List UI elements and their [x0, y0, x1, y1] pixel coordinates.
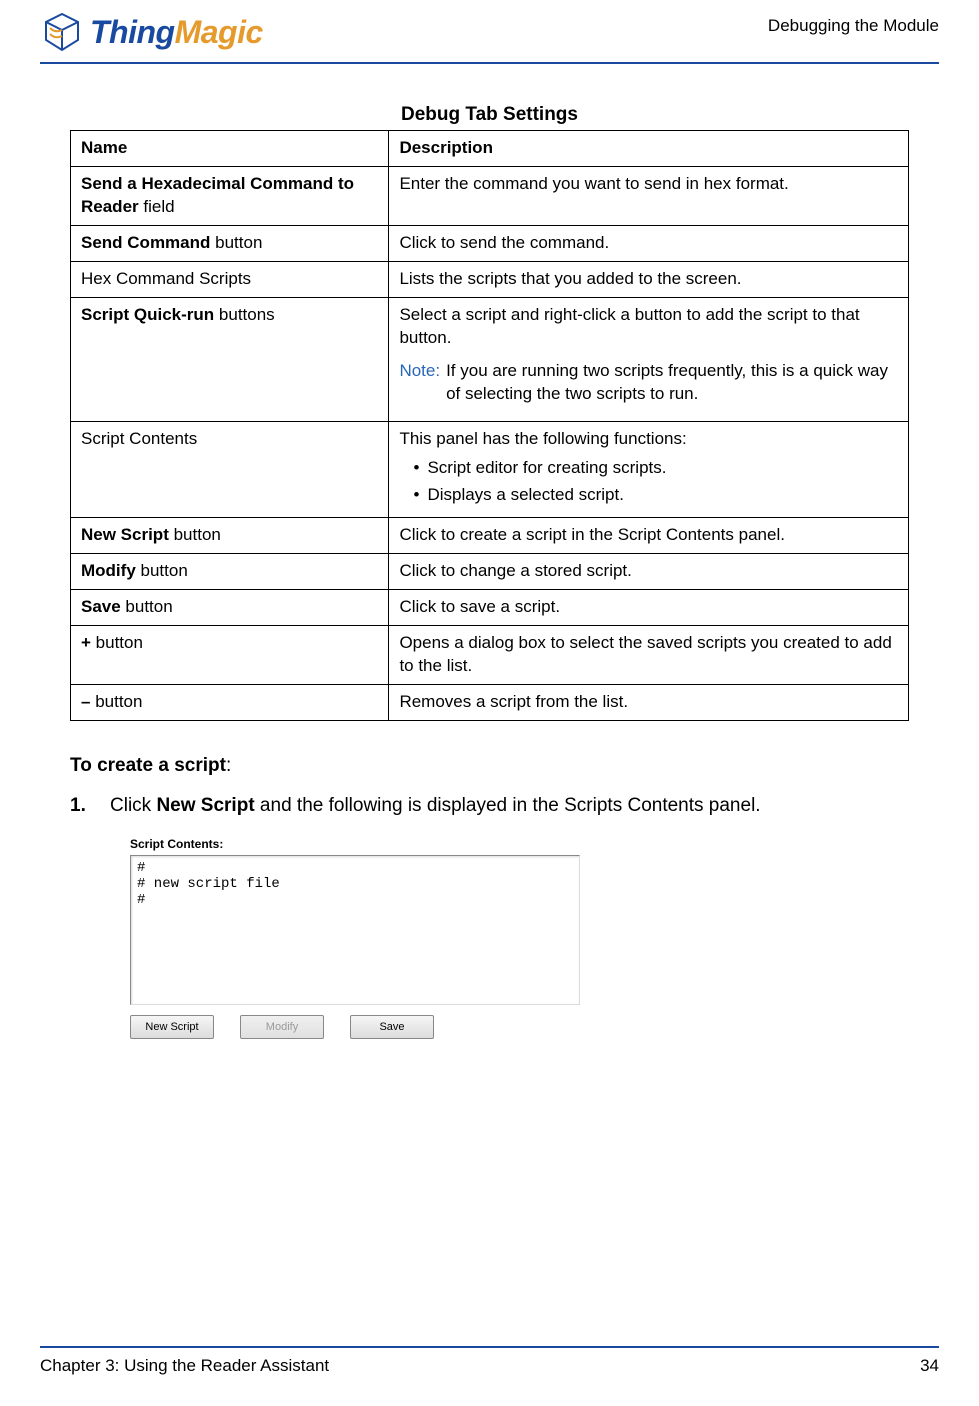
logo-accent-text: Magic [175, 14, 263, 50]
screenshot-label: Script Contents: [130, 837, 909, 851]
row-name-plain: field [139, 197, 175, 216]
note-body: If you are running two scripts frequentl… [446, 360, 898, 406]
footer-page-number: 34 [920, 1356, 939, 1376]
screenshot-panel: Script Contents: # # new script file # N… [130, 837, 909, 1039]
row-name-plain: Script Contents [81, 429, 197, 448]
step-number: 1. [70, 795, 96, 817]
table-row: Script Quick-run buttons Select a script… [71, 297, 909, 422]
step-text-post: and the following is displayed in the Sc… [255, 795, 761, 816]
step-text-pre: Click [110, 795, 156, 816]
list-item: Displays a selected script. [413, 484, 898, 507]
row-desc: Lists the scripts that you added to the … [389, 261, 909, 297]
note-label: Note: [399, 360, 440, 383]
row-desc: Click to send the command. [389, 225, 909, 261]
row-name-plain: button [121, 597, 173, 616]
cube-icon [40, 10, 84, 54]
row-desc: Click to create a script in the Script C… [389, 518, 909, 554]
script-contents-textarea[interactable]: # # new script file # [130, 855, 580, 1005]
row-desc: Opens a dialog box to select the saved s… [389, 626, 909, 685]
row-name-bold: Script Quick-run [81, 305, 214, 324]
row-desc: Enter the command you want to send in he… [389, 166, 909, 225]
row-name-bold: + [81, 633, 91, 652]
step-text-bold: New Script [156, 795, 254, 816]
table-row: Send Command button Click to send the co… [71, 225, 909, 261]
row-desc: Removes a script from the list. [389, 684, 909, 720]
logo-brand-text: Thing [90, 14, 175, 50]
section-heading-trail: : [226, 755, 231, 776]
row-name-bold: Send a Hexadecimal Command to Reader [81, 174, 354, 216]
row-name-plain: button [136, 561, 188, 580]
table-row: New Script button Click to create a scri… [71, 518, 909, 554]
modify-button[interactable]: Modify [240, 1015, 324, 1039]
row-name-plain: button [169, 525, 221, 544]
row-name-bold: Save [81, 597, 121, 616]
table-row: Script Contents This panel has the follo… [71, 422, 909, 518]
header-rule [40, 62, 939, 64]
footer-rule [40, 1346, 939, 1348]
table-row: Hex Command Scripts Lists the scripts th… [71, 261, 909, 297]
table-row: Send a Hexadecimal Command to Reader fie… [71, 166, 909, 225]
col-name-header: Name [71, 131, 389, 167]
new-script-button[interactable]: New Script [130, 1015, 214, 1039]
row-name-bold: Modify [81, 561, 136, 580]
row-name-plain: buttons [214, 305, 275, 324]
table-row: + button Opens a dialog box to select th… [71, 626, 909, 685]
row-name-plain: button [90, 692, 142, 711]
list-item: Script editor for creating scripts. [413, 457, 898, 480]
row-desc: Click to save a script. [389, 590, 909, 626]
row-name-plain: button [91, 633, 143, 652]
col-desc-header: Description [389, 131, 909, 167]
table-row: Modify button Click to change a stored s… [71, 554, 909, 590]
row-name-plain: Hex Command Scripts [81, 269, 251, 288]
section-heading-bold: To create a script [70, 755, 226, 776]
logo: ThingMagic [40, 10, 263, 54]
row-desc: Click to change a stored script. [389, 554, 909, 590]
row-desc: This panel has the following functions: [399, 429, 686, 448]
row-desc: Select a script and right-click a button… [399, 305, 859, 347]
footer-chapter: Chapter 3: Using the Reader Assistant [40, 1356, 329, 1376]
table-row: – button Removes a script from the list. [71, 684, 909, 720]
save-button[interactable]: Save [350, 1015, 434, 1039]
settings-table: Name Description Send a Hexadecimal Comm… [70, 130, 909, 721]
table-title: Debug Tab Settings [70, 104, 909, 126]
running-header-title: Debugging the Module [768, 10, 939, 36]
row-name-plain: button [210, 233, 262, 252]
step-text: Click New Script and the following is di… [110, 795, 761, 817]
row-name-bold: Send Command [81, 233, 210, 252]
row-name-bold: New Script [81, 525, 169, 544]
table-row: Save button Click to save a script. [71, 590, 909, 626]
